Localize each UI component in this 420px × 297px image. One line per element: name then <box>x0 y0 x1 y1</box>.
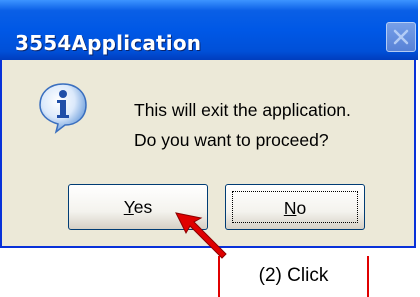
close-button[interactable] <box>386 22 416 52</box>
message-line-1: This will exit the application. <box>134 100 351 120</box>
no-accelerator: N <box>283 198 297 218</box>
message-line-2: Do you want to proceed? <box>134 130 329 150</box>
screenshot-stage: 3554Application This will exit the appli… <box>0 0 420 297</box>
dialog-message: This will exit the application. Do you w… <box>134 95 351 155</box>
info-icon <box>39 83 87 134</box>
click-callout: (2) Click <box>218 256 369 297</box>
yes-accelerator: Y <box>123 197 134 217</box>
focus-rectangle: No <box>232 191 358 223</box>
no-button[interactable]: No <box>225 184 365 230</box>
dialog-title: 3554Application <box>15 31 202 55</box>
title-bar[interactable]: 3554Application <box>0 0 418 60</box>
message-dialog: 3554Application This will exit the appli… <box>0 0 418 248</box>
close-icon <box>393 29 409 45</box>
yes-label-rest: es <box>133 197 153 217</box>
callout-text: (2) Click <box>258 265 329 286</box>
no-label-rest: o <box>296 198 307 218</box>
yes-button[interactable]: Yes <box>68 184 208 230</box>
